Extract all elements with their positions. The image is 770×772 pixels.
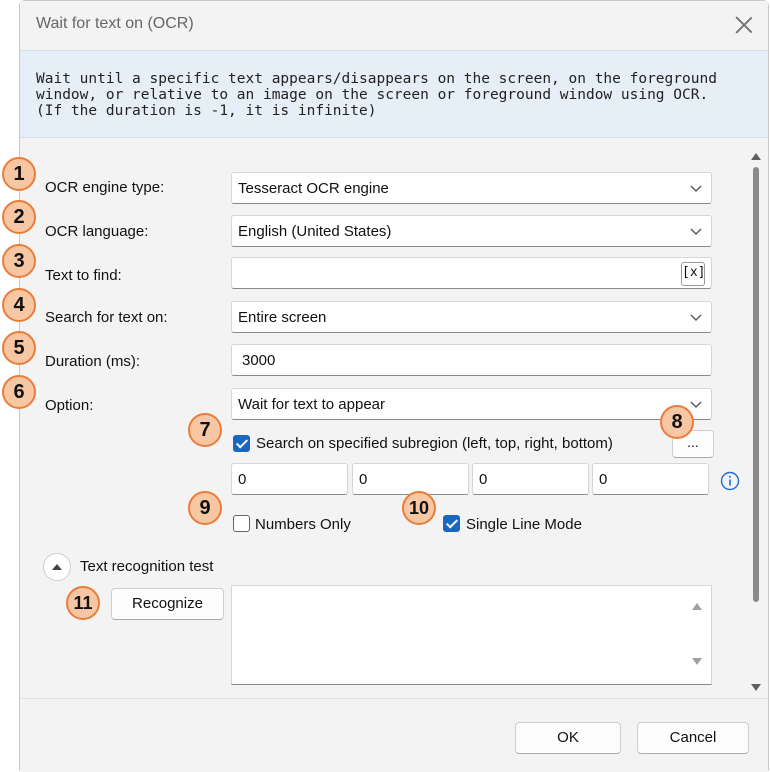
- annotation-badge: 5: [2, 331, 36, 365]
- chevron-up-icon: [52, 564, 62, 570]
- recognize-button[interactable]: Recognize: [111, 588, 224, 620]
- subregion-left-value: 0: [238, 471, 247, 488]
- text-to-find-label: Text to find:: [45, 267, 122, 284]
- dialog-title: Wait for text on (OCR): [36, 15, 194, 32]
- recognition-section-title: Text recognition test: [80, 558, 214, 575]
- language-label: OCR language:: [45, 223, 149, 240]
- engine-value: Tesseract OCR engine: [238, 180, 389, 197]
- duration-input[interactable]: 3000: [231, 344, 712, 376]
- option-select[interactable]: Wait for text to appear: [231, 388, 712, 420]
- scroll-down-icon[interactable]: [691, 654, 703, 672]
- duration-label: Duration (ms):: [45, 353, 141, 370]
- subregion-label: Search on specified subregion (left, top…: [256, 435, 613, 452]
- close-icon[interactable]: [732, 13, 756, 37]
- subregion-left-input[interactable]: 0: [231, 463, 348, 495]
- subregion-right-input[interactable]: 0: [472, 463, 589, 495]
- subregion-checkbox[interactable]: [233, 435, 250, 452]
- scroll-up-icon[interactable]: [751, 147, 761, 165]
- subregion-bottom-value: 0: [599, 471, 608, 488]
- language-select[interactable]: English (United States): [231, 215, 712, 247]
- annotation-badge: 2: [2, 200, 36, 234]
- scroll-down-icon[interactable]: [751, 679, 761, 697]
- annotation-badge: 11: [66, 586, 100, 620]
- duration-value: 3000: [242, 352, 276, 369]
- search-on-select[interactable]: Entire screen: [231, 301, 712, 333]
- chevron-down-icon: [689, 181, 703, 195]
- dialog-window: Wait for text on (OCR) Wait until a spec…: [19, 0, 769, 772]
- collapse-toggle-button[interactable]: [43, 553, 71, 581]
- language-value: English (United States): [238, 223, 392, 240]
- option-label: Option:: [45, 397, 94, 414]
- subregion-top-input[interactable]: 0: [352, 463, 469, 495]
- single-line-label: Single Line Mode: [466, 516, 582, 533]
- vertical-scrollbar[interactable]: [747, 141, 765, 696]
- variable-button[interactable]: [x]: [681, 262, 705, 286]
- chevron-down-icon: [689, 224, 703, 238]
- scrollbar-thumb[interactable]: [753, 167, 759, 602]
- description-text: Wait until a specific text appears/disap…: [36, 71, 717, 119]
- subregion-bottom-input[interactable]: 0: [592, 463, 709, 495]
- numbers-only-checkbox[interactable]: [233, 515, 250, 532]
- annotation-badge: 10: [402, 491, 436, 525]
- title-bar: Wait for text on (OCR): [20, 1, 768, 49]
- cancel-button[interactable]: Cancel: [637, 722, 749, 754]
- annotation-badge: 6: [2, 375, 36, 409]
- annotation-badge: 8: [660, 405, 694, 439]
- subregion-right-value: 0: [479, 471, 488, 488]
- annotation-badge: 7: [188, 413, 222, 447]
- dialog-footer: OK Cancel: [20, 698, 768, 772]
- annotation-badge: 3: [2, 244, 36, 278]
- scroll-up-icon[interactable]: [691, 598, 703, 616]
- annotation-badge: 1: [2, 157, 36, 191]
- subregion-top-value: 0: [359, 471, 368, 488]
- chevron-down-icon: [689, 397, 703, 411]
- recognition-output-textarea[interactable]: [231, 585, 712, 685]
- search-on-label: Search for text on:: [45, 309, 168, 326]
- ok-button[interactable]: OK: [515, 722, 621, 754]
- engine-select[interactable]: Tesseract OCR engine: [231, 172, 712, 204]
- engine-label: OCR engine type:: [45, 179, 165, 196]
- search-on-value: Entire screen: [238, 309, 327, 326]
- annotation-badge: 4: [2, 288, 36, 322]
- single-line-checkbox[interactable]: [443, 515, 460, 532]
- chevron-down-icon: [689, 310, 703, 324]
- description-panel: Wait until a specific text appears/disap…: [20, 50, 768, 138]
- annotation-badge: 9: [188, 491, 222, 525]
- text-to-find-input[interactable]: [x]: [231, 257, 712, 289]
- numbers-only-label: Numbers Only: [255, 516, 351, 533]
- info-icon[interactable]: [720, 471, 740, 491]
- option-value: Wait for text to appear: [238, 396, 386, 413]
